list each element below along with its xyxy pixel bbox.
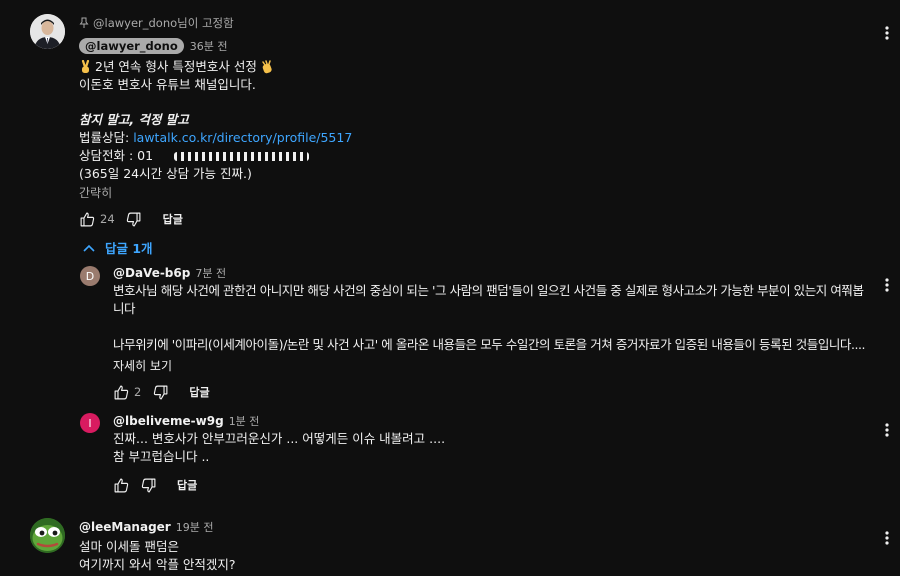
avatar[interactable]: I [80,413,100,433]
thumbs-up-icon [114,478,128,492]
reply-body: 변호사님 해당 사건에 관한건 아니지만 해당 사건의 중심이 되는 '그 사람… [113,282,866,354]
thumbs-down-icon [141,478,155,492]
reply-header: @lbeliveme-w9g 1분 전 [113,413,259,429]
profile-link[interactable]: lawtalk.co.kr/directory/profile/5517 [133,130,352,145]
thumbs-up-icon [80,212,94,226]
reply-line: 나무위키에 '이파리(이세계아이돌)/논란 및 사건 사고' 에 올라온 내용들… [113,337,866,352]
like-count: 2 [134,385,142,399]
reply-actions: 답글 [110,474,197,496]
thumbs-up-icon [114,385,128,399]
comment-actions: 24 답글 [76,208,183,230]
comment-line: 이돈호 변호사 유튜브 채널입니다. [79,77,256,92]
comment-time[interactable]: 36분 전 [190,38,228,54]
reply-body: 진짜... 변호사가 안부끄러운신가 ... 어떻게든 이슈 내볼려고 ....… [113,430,445,466]
dislike-button[interactable] [137,474,159,496]
comment-time[interactable]: 19분 전 [176,519,214,535]
comment-line: 여기까지 와서 악플 안적겠지? [79,557,236,572]
like-button[interactable] [110,381,132,403]
redacted-phone-number [174,152,309,161]
reply-author[interactable]: @lbeliveme-w9g [113,414,224,428]
reply-button[interactable]: 답글 [177,477,197,493]
victory-hand-icon [81,60,90,73]
more-actions-icon[interactable] [877,528,897,548]
like-count: 24 [100,212,115,226]
comment-header: @lawyer_dono 36분 전 [79,38,228,54]
channel-owner-chip[interactable]: @lawyer_dono [79,38,184,54]
reply-line: 참 부끄럽습니다 .. [113,449,210,464]
reply-header: @DaVe-b6p 7분 전 [113,265,226,281]
pinned-label: @lawyer_dono님이 고정함 [79,15,234,31]
dislike-button[interactable] [123,208,145,230]
comment-line: 참지 말고, 걱정 말고 [79,112,189,127]
thumbs-down-icon [153,385,168,399]
reply-author[interactable]: @DaVe-b6p [113,266,190,280]
pepe-frog-avatar-image [30,518,65,553]
replies-toggle-button[interactable]: 답글 1개 [82,238,153,257]
reply-time[interactable]: 7분 전 [195,265,226,281]
comment-line: (365일 24시간 상담 가능 진짜.) [79,166,252,181]
comment-body: 설마 이세돌 팬덤은 여기까지 와서 악플 안적겠지? [79,538,236,574]
avatar[interactable]: D [80,266,100,286]
reply-line: 변호사님 해당 사건에 관한건 아니지만 해당 사건의 중심이 되는 '그 사람… [113,283,864,298]
like-button[interactable] [110,474,132,496]
more-actions-icon[interactable] [877,23,897,43]
dislike-button[interactable] [149,381,171,403]
comment-author[interactable]: @leeManager [79,520,171,534]
show-less-button[interactable]: 간략히 [79,184,112,201]
reply-time[interactable]: 1분 전 [229,413,260,429]
reply-actions: 2 답글 [110,381,210,403]
comment-line: 2년 연속 형사 특정변호사 선정 [79,58,352,76]
comment-line: 상담전화 : 01 [79,147,352,165]
chevron-up-icon [83,244,95,252]
pin-icon [79,17,89,28]
comment-line: 설마 이세돌 팬덤은 [79,539,179,554]
comment-body: 2년 연속 형사 특정변호사 선정 이돈호 변호사 유튜브 채널입니다. 참지 … [79,58,352,183]
avatar[interactable] [30,14,65,49]
comment-line: 법률상담: lawtalk.co.kr/directory/profile/55… [79,130,353,145]
more-actions-icon[interactable] [877,420,897,440]
lawyer-avatar-image [30,14,65,49]
reply-button[interactable]: 답글 [163,211,183,227]
reply-line: 진짜... 변호사가 안부끄러운신가 ... 어떻게든 이슈 내볼려고 .... [113,431,446,446]
avatar[interactable] [30,518,65,553]
more-actions-icon[interactable] [877,275,897,295]
reply-button[interactable]: 답글 [189,384,209,400]
like-button[interactable] [76,208,98,230]
read-more-button[interactable]: 자세히 보기 [113,357,172,374]
waving-hand-icon [262,60,272,74]
reply-line: 니다 [113,301,136,316]
comment-header: @leeManager 19분 전 [79,519,213,535]
thumbs-down-icon [126,212,141,226]
